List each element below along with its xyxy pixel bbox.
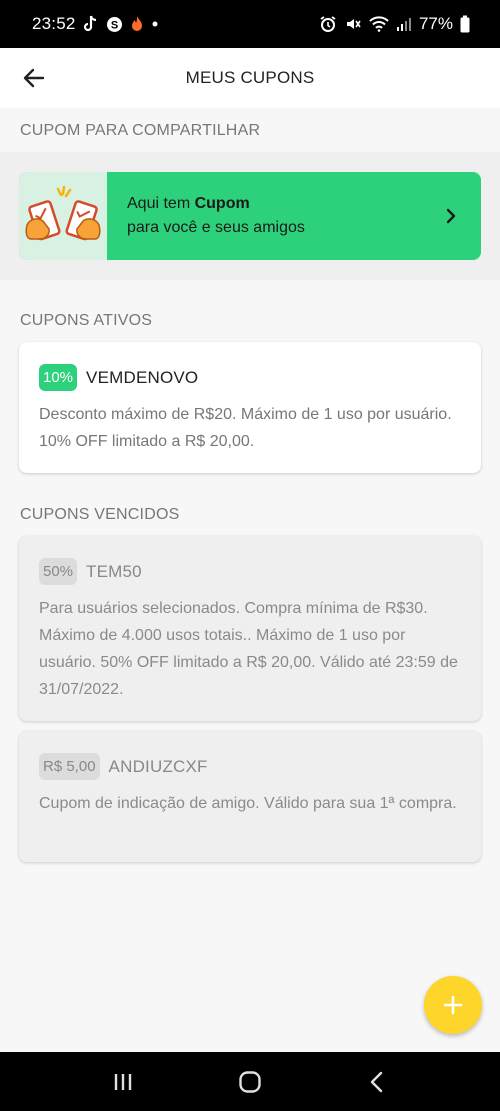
home-button[interactable]: [220, 1062, 280, 1102]
status-right: 77%: [319, 14, 470, 34]
s-circle-icon: S: [106, 16, 123, 33]
chevron-right-icon: [421, 172, 481, 260]
svg-text:S: S: [110, 19, 117, 31]
coupon-description: Cupom de indicação de amigo. Válido para…: [39, 795, 457, 812]
battery-icon: [460, 15, 470, 33]
coupon-badge: 10%: [39, 364, 78, 391]
section-title-expired: CUPONS VENCIDOS: [20, 506, 180, 523]
coupon-badge: R$ 5,00: [39, 753, 100, 780]
back-icon: [370, 1071, 382, 1092]
system-back-button[interactable]: [347, 1062, 407, 1102]
recent-apps-icon: [115, 1073, 132, 1090]
add-coupon-fab[interactable]: [424, 976, 482, 1034]
section-title-active: CUPONS ATIVOS: [20, 312, 153, 329]
alarm-icon: [319, 15, 337, 33]
coupon-card-expired[interactable]: R$ 5,00 ANDIUZCXF Cupom de indicação de …: [19, 731, 481, 862]
mute-icon: [344, 15, 362, 33]
share-coupon-card[interactable]: Aqui tem Cupom para você e seus amigos: [19, 172, 481, 260]
home-icon: [239, 1070, 261, 1093]
flame-icon: [130, 15, 144, 33]
plus-icon: [443, 995, 463, 1015]
share-line1-bold: Cupom: [194, 195, 250, 212]
section-title-share: CUPOM PARA COMPARTILHAR: [20, 122, 261, 139]
coupon-code: VEMDENOVO: [86, 367, 199, 387]
status-left: 23:52 S: [32, 14, 159, 34]
coupon-description: Para usuários selecionados. Compra mínim…: [39, 600, 458, 698]
wifi-icon: [369, 16, 389, 32]
back-button[interactable]: [18, 62, 50, 94]
coupon-card-active[interactable]: 10% VEMDENOVO Desconto máximo de R$20. M…: [19, 342, 481, 473]
tiktok-icon: [83, 15, 99, 33]
status-bar: 23:52 S 77%: [0, 0, 500, 48]
coupon-code: TEM50: [86, 561, 142, 581]
coupon-description: Desconto máximo de R$20. Máximo de 1 uso…: [39, 406, 452, 450]
signal-icon: [396, 16, 412, 32]
coupon-head: 10% VEMDENOVO: [39, 364, 461, 391]
battery-percent: 77%: [418, 14, 453, 33]
share-line1-prefix: Aqui tem: [127, 195, 195, 212]
status-time: 23:52: [32, 14, 76, 33]
coupon-code: ANDIUZCXF: [108, 756, 208, 776]
page-title: MEUS CUPONS: [185, 68, 315, 87]
share-line2: para você e seus amigos: [127, 219, 305, 236]
coupon-card-expired[interactable]: 50% TEM50 Para usuários selecionados. Co…: [19, 536, 481, 721]
friends-toast-illustration: [19, 172, 107, 260]
recent-apps-button[interactable]: [93, 1062, 153, 1102]
app-header: MEUS CUPONS: [0, 48, 500, 108]
coupon-badge: 50%: [39, 558, 78, 585]
arrow-left-icon: [23, 68, 45, 88]
coupon-head: R$ 5,00 ANDIUZCXF: [39, 753, 461, 780]
share-card-text: Aqui tem Cupom para você e seus amigos: [107, 172, 421, 260]
coupon-head: 50% TEM50: [39, 558, 461, 585]
system-nav-bar: [0, 1052, 500, 1111]
dot-icon: [151, 20, 159, 28]
